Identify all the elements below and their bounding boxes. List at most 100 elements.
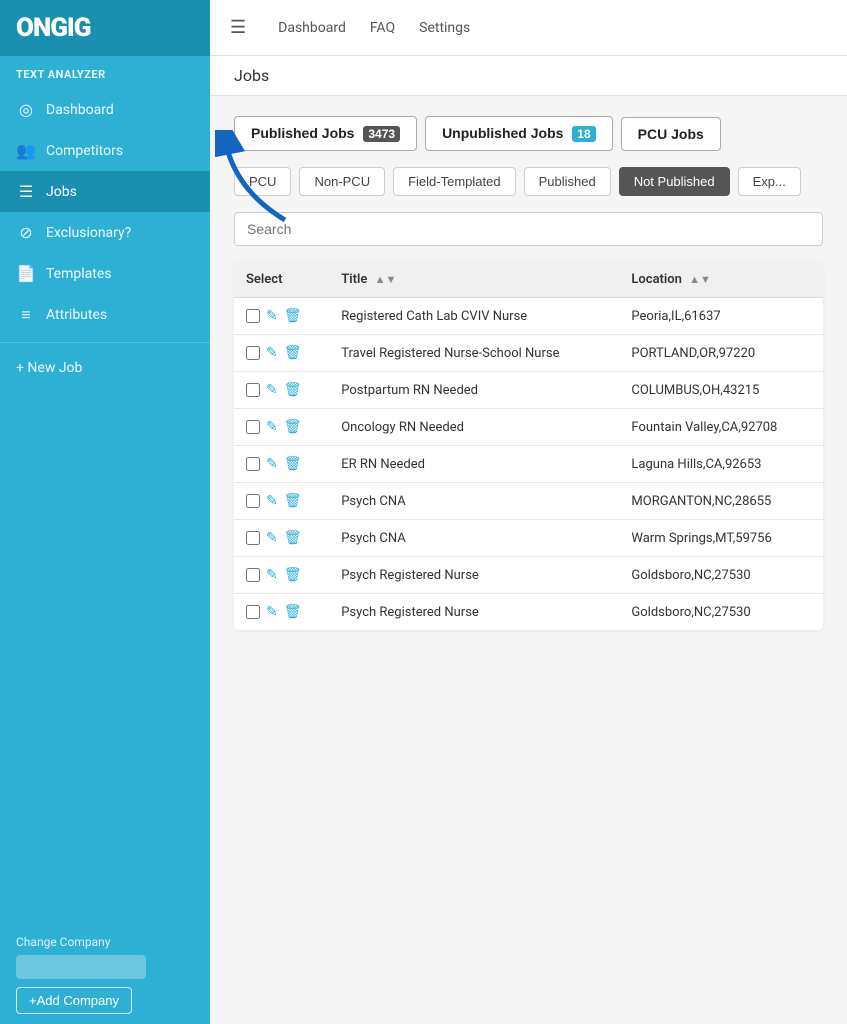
- topnav-faq[interactable]: FAQ: [370, 16, 395, 40]
- tab-pcu-jobs[interactable]: PCU Jobs: [621, 117, 721, 151]
- attributes-icon: ≡: [16, 305, 36, 325]
- row-checkbox-1[interactable]: [246, 346, 260, 360]
- title-cell-3: Oncology RN Needed: [329, 409, 619, 446]
- hamburger-icon[interactable]: ☰: [230, 17, 246, 38]
- tab-unpublished-jobs[interactable]: Unpublished Jobs 18: [425, 116, 613, 151]
- edit-icon-1[interactable]: ✎: [266, 345, 278, 361]
- filter-pcu[interactable]: PCU: [234, 167, 291, 196]
- add-company-button[interactable]: +Add Company: [16, 987, 132, 1014]
- logo: ONGIG: [16, 13, 91, 43]
- delete-icon-4[interactable]: 🗑: [284, 456, 302, 472]
- row-checkbox-6[interactable]: [246, 531, 260, 545]
- select-cell-7: ✎ 🗑: [234, 557, 329, 594]
- delete-icon-1[interactable]: 🗑: [284, 345, 302, 361]
- select-cell-0: ✎ 🗑: [234, 298, 329, 335]
- edit-icon-4[interactable]: ✎: [266, 456, 278, 472]
- page-header: Jobs: [210, 56, 847, 96]
- delete-icon-7[interactable]: 🗑: [284, 567, 302, 583]
- new-job-label: + New Job: [16, 360, 82, 376]
- edit-icon-2[interactable]: ✎: [266, 382, 278, 398]
- title-cell-5: Psych CNA: [329, 483, 619, 520]
- select-cell-6: ✎ 🗑: [234, 520, 329, 557]
- delete-icon-5[interactable]: 🗑: [284, 493, 302, 509]
- company-placeholder: [16, 955, 146, 979]
- table-body: ✎ 🗑 Registered Cath Lab CVIV Nurse Peori…: [234, 298, 823, 631]
- jobs-icon: ☰: [16, 182, 36, 201]
- table-row: ✎ 🗑 Psych Registered Nurse Goldsboro,NC,…: [234, 594, 823, 631]
- topnav-dashboard[interactable]: Dashboard: [278, 16, 346, 40]
- sidebar-item-competitors[interactable]: 👥 Competitors: [0, 130, 210, 171]
- edit-icon-7[interactable]: ✎: [266, 567, 278, 583]
- location-cell-8: Goldsboro,NC,27530: [619, 594, 823, 631]
- title-cell-1: Travel Registered Nurse-School Nurse: [329, 335, 619, 372]
- location-cell-2: COLUMBUS,OH,43215: [619, 372, 823, 409]
- row-checkbox-0[interactable]: [246, 309, 260, 323]
- change-company-label: Change Company: [16, 935, 194, 949]
- location-sort-icon[interactable]: ▲▼: [689, 273, 711, 286]
- delete-icon-6[interactable]: 🗑: [284, 530, 302, 546]
- location-cell-7: Goldsboro,NC,27530: [619, 557, 823, 594]
- sidebar-item-dashboard[interactable]: ◎ Dashboard: [0, 89, 210, 130]
- change-company-section: Change Company +Add Company: [0, 925, 210, 1024]
- edit-icon-5[interactable]: ✎: [266, 493, 278, 509]
- table-row: ✎ 🗑 Postpartum RN Needed COLUMBUS,OH,432…: [234, 372, 823, 409]
- sidebar-item-templates[interactable]: 📄 Templates: [0, 253, 210, 294]
- competitors-icon: 👥: [16, 141, 36, 160]
- dashboard-icon: ◎: [16, 100, 36, 119]
- topnav-settings[interactable]: Settings: [419, 16, 470, 40]
- edit-icon-8[interactable]: ✎: [266, 604, 278, 620]
- sidebar-item-exclusionary[interactable]: ⊘ Exclusionary?: [0, 212, 210, 253]
- title-cell-2: Postpartum RN Needed: [329, 372, 619, 409]
- row-checkbox-7[interactable]: [246, 568, 260, 582]
- sidebar-item-attributes[interactable]: ≡ Attributes: [0, 294, 210, 336]
- filter-not-published[interactable]: Not Published: [619, 167, 730, 196]
- title-sort-icon[interactable]: ▲▼: [375, 273, 397, 286]
- row-checkbox-3[interactable]: [246, 420, 260, 434]
- delete-icon-0[interactable]: 🗑: [284, 308, 302, 324]
- row-checkbox-4[interactable]: [246, 457, 260, 471]
- select-cell-1: ✎ 🗑: [234, 335, 329, 372]
- filter-exp[interactable]: Exp...: [738, 167, 801, 196]
- table-row: ✎ 🗑 Psych Registered Nurse Goldsboro,NC,…: [234, 557, 823, 594]
- title-cell-6: Psych CNA: [329, 520, 619, 557]
- col-title: Title ▲▼: [329, 262, 619, 298]
- sidebar-item-new-job[interactable]: + New Job: [0, 349, 210, 387]
- search-input[interactable]: [234, 212, 823, 246]
- location-cell-3: Fountain Valley,CA,92708: [619, 409, 823, 446]
- select-cell-8: ✎ 🗑: [234, 594, 329, 631]
- page-title: Jobs: [234, 66, 269, 85]
- filter-field-templated[interactable]: Field-Templated: [393, 167, 516, 196]
- search-wrap: [234, 212, 823, 246]
- unpublished-jobs-count: 18: [572, 126, 595, 142]
- title-cell-8: Psych Registered Nurse: [329, 594, 619, 631]
- filter-non-pcu[interactable]: Non-PCU: [299, 167, 385, 196]
- published-jobs-count: 3473: [363, 126, 400, 142]
- location-cell-0: Peoria,IL,61637: [619, 298, 823, 335]
- table-row: ✎ 🗑 Registered Cath Lab CVIV Nurse Peori…: [234, 298, 823, 335]
- col-select: Select: [234, 262, 329, 298]
- sidebar-nav: ◎ Dashboard 👥 Competitors ☰ Jobs ⊘ Exclu…: [0, 89, 210, 925]
- edit-icon-0[interactable]: ✎: [266, 308, 278, 324]
- unpublished-jobs-label: Unpublished Jobs: [442, 125, 563, 141]
- sidebar-item-jobs[interactable]: ☰ Jobs: [0, 171, 210, 212]
- pcu-jobs-label: PCU Jobs: [638, 126, 704, 142]
- row-checkbox-2[interactable]: [246, 383, 260, 397]
- title-cell-4: ER RN Needed: [329, 446, 619, 483]
- edit-icon-6[interactable]: ✎: [266, 530, 278, 546]
- sidebar-item-label: Templates: [46, 266, 112, 282]
- tab-published-jobs[interactable]: Published Jobs 3473: [234, 116, 417, 151]
- row-checkbox-8[interactable]: [246, 605, 260, 619]
- sidebar-item-label: Dashboard: [46, 102, 114, 118]
- table-row: ✎ 🗑 Travel Registered Nurse-School Nurse…: [234, 335, 823, 372]
- sidebar-item-label: Competitors: [46, 143, 123, 159]
- select-cell-2: ✎ 🗑: [234, 372, 329, 409]
- table-row: ✎ 🗑 Psych CNA MORGANTON,NC,28655: [234, 483, 823, 520]
- delete-icon-2[interactable]: 🗑: [284, 382, 302, 398]
- sidebar-item-label: Jobs: [46, 184, 77, 200]
- edit-icon-3[interactable]: ✎: [266, 419, 278, 435]
- delete-icon-8[interactable]: 🗑: [284, 604, 302, 620]
- row-checkbox-5[interactable]: [246, 494, 260, 508]
- table-row: ✎ 🗑 ER RN Needed Laguna Hills,CA,92653: [234, 446, 823, 483]
- delete-icon-3[interactable]: 🗑: [284, 419, 302, 435]
- filter-published[interactable]: Published: [524, 167, 611, 196]
